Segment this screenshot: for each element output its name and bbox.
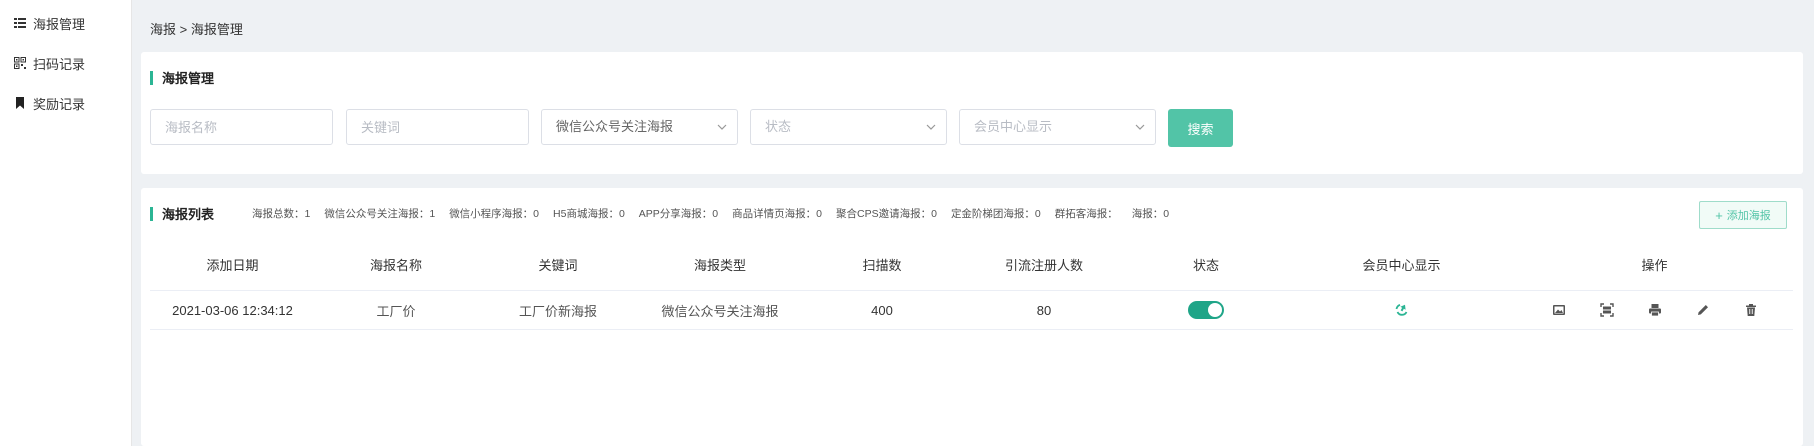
breadcrumb: 海报 > 海报管理: [150, 22, 243, 37]
search-panel-title-text: 海报管理: [162, 71, 215, 86]
list-panel-title-text: 海报列表: [162, 207, 215, 222]
column-header: 关键词: [538, 257, 578, 273]
status-toggle[interactable]: [1188, 301, 1224, 319]
title-accent-bar: [150, 206, 153, 221]
plus-icon: +: [1715, 207, 1723, 223]
cell-registrations: 80: [1036, 302, 1052, 318]
search-button[interactable]: 搜索: [1168, 109, 1233, 147]
list-panel-title: 海报列表: [150, 204, 214, 223]
scan-button[interactable]: [1583, 298, 1631, 322]
stat-app: APP分享海报：0: [638, 208, 719, 220]
sidebar-item-label: 海报管理: [33, 16, 86, 32]
column-header: 会员中心显示: [1362, 257, 1441, 273]
stat-total: 海报总数：1: [252, 208, 311, 220]
column-header: 扫描数: [862, 257, 902, 273]
cell-name: 工厂价: [376, 303, 416, 319]
column-header: 海报类型: [693, 257, 746, 273]
stat-poster: 海报：0: [1131, 208, 1170, 220]
cell-member-center: [1287, 302, 1516, 318]
title-accent-bar: [150, 70, 153, 85]
status-placeholder: 状态: [765, 119, 792, 134]
sidebar: 海报管理 扫码记录 奖励记录: [0, 0, 132, 446]
member-center-select[interactable]: 会员中心显示: [959, 109, 1156, 145]
list-panel: 海报列表 海报总数：1 微信公众号关注海报：1 微信小程序海报：0 H5商城海报…: [141, 188, 1803, 446]
cell-scans: 400: [871, 302, 893, 318]
column-header: 状态: [1192, 257, 1219, 273]
toggle-knob: [1208, 303, 1222, 317]
image-icon: [1552, 305, 1565, 315]
chevron-down-icon: [1135, 124, 1145, 130]
cell-date: 2021-03-06 12:34:12: [172, 302, 293, 318]
status-select[interactable]: 状态: [750, 109, 947, 145]
cell-status: [1125, 301, 1287, 319]
cell-type: 微信公众号关注海报: [661, 303, 779, 319]
search-panel-title: 海报管理: [150, 68, 214, 87]
search-panel: 海报管理 微信公众号关注海报 状态 会员中心显示 搜索: [141, 52, 1803, 174]
stat-product-detail: 商品详情页海报：0: [732, 208, 822, 220]
stat-miniprogram: 微信小程序海报：0: [449, 208, 540, 220]
column-header: 海报名称: [369, 257, 422, 273]
poster-name-input[interactable]: [150, 109, 333, 145]
trash-icon: [1745, 304, 1756, 316]
cell-actions: [1516, 298, 1793, 322]
qrcode-icon: [13, 56, 27, 70]
column-header: 引流注册人数: [1004, 257, 1083, 273]
preview-image-button[interactable]: [1535, 298, 1583, 322]
print-icon: [1648, 304, 1661, 317]
column-header: 操作: [1641, 257, 1668, 273]
sidebar-item-scan-records[interactable]: 扫码记录: [0, 43, 131, 83]
chevron-down-icon: [926, 124, 936, 130]
member-center-placeholder: 会员中心显示: [974, 119, 1053, 134]
delete-button[interactable]: [1727, 298, 1775, 322]
stat-deposit-group: 定金阶梯团海报：0: [950, 208, 1041, 220]
add-poster-button[interactable]: + 添加海报: [1699, 201, 1787, 229]
chevron-down-icon: [717, 124, 727, 130]
refresh-icon[interactable]: [1394, 302, 1410, 318]
sidebar-item-label: 奖励记录: [33, 96, 86, 112]
sidebar-item-poster-management[interactable]: 海报管理: [0, 3, 131, 43]
stat-h5: H5商城海报：0: [553, 208, 625, 220]
poster-type-select[interactable]: 微信公众号关注海报: [541, 109, 738, 145]
pencil-icon: [1697, 305, 1708, 315]
column-header: 添加日期: [206, 257, 259, 273]
print-button[interactable]: [1631, 298, 1679, 322]
stat-wechat-official: 微信公众号关注海报：1: [324, 208, 436, 220]
scan-icon: [1599, 303, 1614, 317]
cell-keyword: 工厂价新海报: [518, 303, 597, 319]
keyword-input[interactable]: [346, 109, 529, 145]
poster-stats: 海报总数：1 微信公众号关注海报：1 微信小程序海报：0 H5商城海报：0 AP…: [252, 206, 1169, 221]
bookmark-icon: [13, 96, 27, 110]
list-icon: [13, 16, 27, 30]
table-header: 添加日期 海报名称 关键词 海报类型 扫描数 引流注册人数 状态 会员中心显示 …: [150, 249, 1793, 279]
add-poster-label: 添加海报: [1726, 210, 1771, 222]
table-row: 2021-03-06 12:34:12 工厂价 工厂价新海报 微信公众号关注海报…: [150, 290, 1793, 330]
edit-button[interactable]: [1679, 298, 1727, 322]
sidebar-item-label: 扫码记录: [33, 56, 86, 72]
stat-group-customer: 群拓客海报：: [1054, 208, 1118, 220]
poster-type-value: 微信公众号关注海报: [556, 119, 674, 134]
stat-cps: 聚合CPS邀请海报：0: [836, 208, 937, 220]
sidebar-item-reward-records[interactable]: 奖励记录: [0, 83, 131, 123]
